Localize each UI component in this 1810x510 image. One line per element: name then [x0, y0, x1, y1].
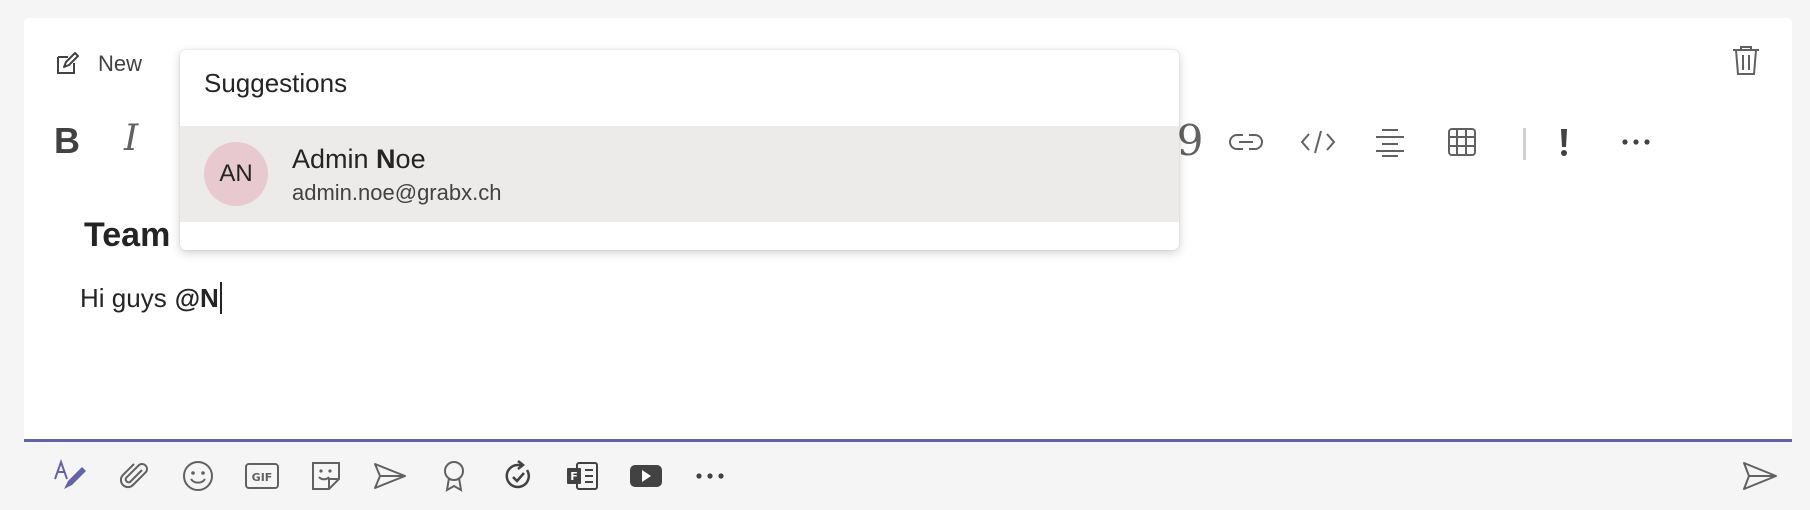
- name-suffix: oe: [395, 144, 426, 174]
- new-conversation-header: New: [54, 46, 142, 82]
- forms-button[interactable]: F: [560, 454, 604, 498]
- align-button[interactable]: [1368, 120, 1412, 164]
- table-icon: [1447, 127, 1477, 157]
- message-text: Hi guys: [80, 282, 167, 313]
- message-heading[interactable]: Team: [84, 216, 170, 255]
- avatar-initials: AN: [219, 160, 253, 187]
- svg-text:GIF: GIF: [252, 471, 273, 484]
- link-button[interactable]: [1224, 120, 1268, 164]
- emoji-icon: [182, 460, 214, 492]
- code-icon: [1300, 128, 1336, 156]
- edit-icon: [54, 51, 80, 77]
- format-icon: [52, 459, 88, 493]
- bold-button[interactable]: B: [54, 120, 80, 162]
- mention-query: @N: [174, 282, 219, 313]
- gif-button[interactable]: GIF: [240, 454, 284, 498]
- table-button[interactable]: [1440, 120, 1484, 164]
- compose-actions-bar: GIF F: [24, 448, 1792, 504]
- video-icon: [629, 464, 663, 488]
- schedule-meeting-button[interactable]: [368, 454, 412, 498]
- suggestion-email: admin.noe@grabx.ch: [292, 180, 502, 205]
- suggestion-item[interactable]: AN Admin Noe admin.noe@grabx.ch: [180, 126, 1179, 222]
- forms-icon: F: [565, 461, 599, 491]
- text-caret: [219, 282, 222, 314]
- name-match: N: [376, 144, 396, 174]
- toolbar-divider: [1523, 128, 1526, 160]
- gif-icon: GIF: [245, 463, 279, 489]
- important-button[interactable]: [1542, 120, 1586, 164]
- code-button[interactable]: [1296, 120, 1340, 164]
- more-format-button[interactable]: [1614, 120, 1658, 164]
- send-icon: [1742, 461, 1778, 491]
- compose-box[interactable]: New B I 99: [24, 18, 1792, 442]
- send-button[interactable]: [1738, 454, 1782, 498]
- praise-icon: [442, 460, 466, 492]
- format-button[interactable]: [48, 454, 92, 498]
- suggestion-name: Admin Noe: [292, 144, 426, 175]
- mention-suggestions-popup: Suggestions AN Admin Noe admin.noe@grabx…: [180, 50, 1179, 250]
- discard-button[interactable]: [1726, 40, 1766, 80]
- sticker-icon: [310, 460, 342, 492]
- emoji-button[interactable]: [176, 454, 220, 498]
- attach-icon: [118, 460, 150, 492]
- name-prefix: Admin: [292, 144, 377, 174]
- suggestions-title: Suggestions: [204, 68, 348, 98]
- loop-icon: [503, 460, 533, 492]
- more-icon: [695, 472, 725, 480]
- message-body[interactable]: Hi guys @N: [80, 282, 222, 314]
- italic-button[interactable]: I: [124, 118, 138, 159]
- svg-text:F: F: [570, 470, 578, 483]
- important-icon: [1559, 127, 1569, 157]
- more-icon: [1621, 138, 1651, 146]
- schedule-meeting-icon: [373, 462, 407, 490]
- praise-button[interactable]: [432, 454, 476, 498]
- avatar: AN: [204, 142, 268, 206]
- more-actions-button[interactable]: [688, 454, 732, 498]
- trash-icon: [1731, 44, 1761, 76]
- link-icon: [1229, 132, 1263, 152]
- new-conversation-label: New: [98, 51, 143, 76]
- align-center-icon: [1374, 127, 1406, 157]
- attach-button[interactable]: [112, 454, 156, 498]
- video-button[interactable]: [624, 454, 668, 498]
- sticker-button[interactable]: [304, 454, 348, 498]
- loop-button[interactable]: [496, 454, 540, 498]
